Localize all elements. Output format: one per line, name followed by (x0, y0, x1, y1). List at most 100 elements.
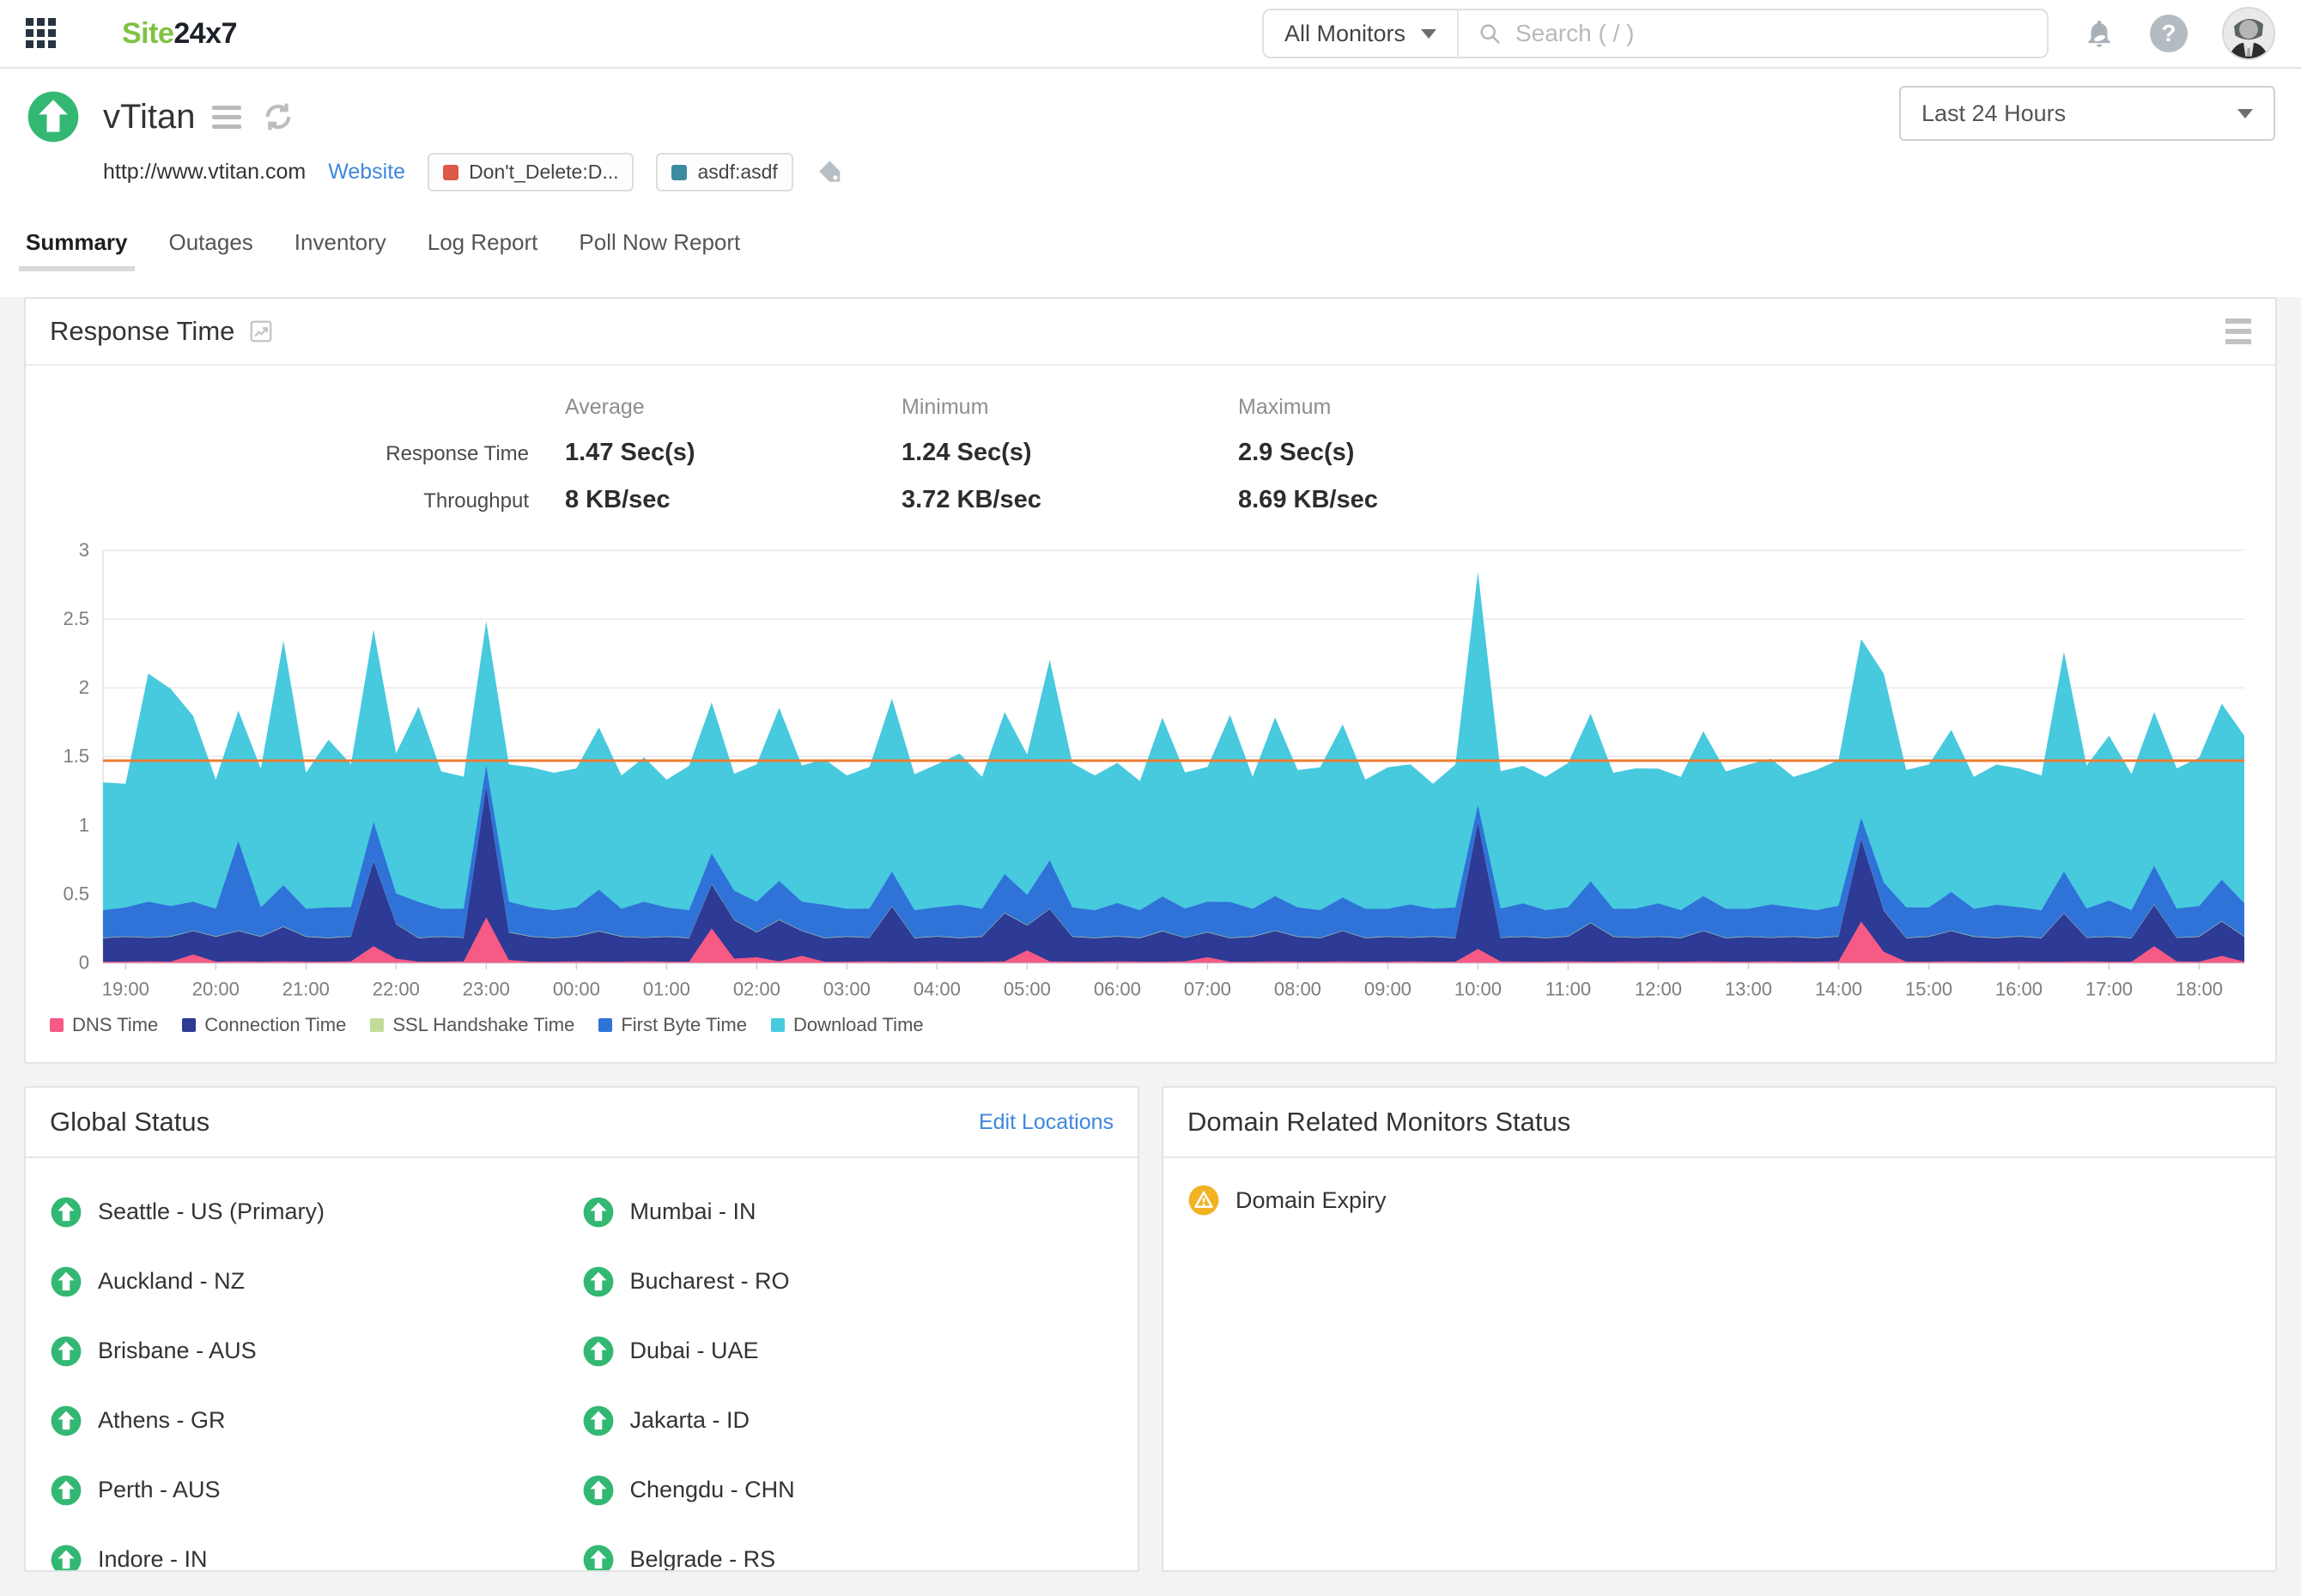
location-label: Athens - GR (98, 1407, 226, 1434)
svg-text:13:00: 13:00 (1725, 978, 1772, 999)
location-item[interactable]: Indore - IN (50, 1544, 582, 1573)
stat-value-avg-throughput: 8 KB/sec (565, 486, 902, 514)
svg-text:21:00: 21:00 (282, 978, 330, 999)
svg-text:15:00: 15:00 (1905, 978, 1952, 999)
stat-value-min-response: 1.24 Sec(s) (902, 439, 1238, 467)
location-item[interactable]: Perth - AUS (50, 1474, 582, 1507)
tab-summary[interactable]: Summary (26, 229, 128, 271)
location-label: Dubai - UAE (630, 1338, 759, 1364)
domain-monitor-label: Domain Expiry (1235, 1187, 1387, 1214)
status-up-icon (582, 1196, 615, 1229)
location-label: Perth - AUS (98, 1477, 221, 1503)
location-label: Chengdu - CHN (630, 1477, 795, 1503)
global-status-panel: Global Status Edit Locations Seattle - U… (24, 1086, 1139, 1572)
monitor-type-link[interactable]: Website (328, 160, 405, 185)
response-time-stats: Average Minimum Maximum Response Time 1.… (26, 366, 2275, 519)
search-input[interactable] (1515, 20, 2028, 47)
tag-label: asdf:asdf (697, 161, 777, 184)
site24x7-logo[interactable]: Site24x7 (122, 17, 237, 51)
status-up-icon (582, 1265, 615, 1298)
notifications-bell-icon[interactable] (2083, 17, 2116, 50)
status-up-icon (50, 1405, 82, 1437)
location-item[interactable]: Brisbane - AUS (50, 1335, 582, 1368)
monitor-scope-dropdown[interactable]: All Monitors (1264, 10, 1459, 57)
time-range-label: Last 24 Hours (1922, 100, 2066, 127)
svg-text:0: 0 (79, 951, 89, 973)
location-label: Seattle - US (Primary) (98, 1199, 325, 1225)
svg-text:02:00: 02:00 (733, 978, 780, 999)
stat-value-min-throughput: 3.72 KB/sec (902, 486, 1238, 514)
domain-monitor-item[interactable]: Domain Expiry (1187, 1184, 2251, 1217)
tag-icon[interactable] (816, 158, 845, 187)
apps-grid-icon[interactable] (26, 18, 57, 49)
location-item[interactable]: Belgrade - RS (582, 1544, 1114, 1573)
legend-item[interactable]: Connection Time (182, 1014, 346, 1036)
svg-text:07:00: 07:00 (1184, 978, 1231, 999)
svg-text:2.5: 2.5 (63, 608, 89, 629)
svg-text:06:00: 06:00 (1094, 978, 1141, 999)
chart-legend: DNS Time Connection Time SSL Handshake T… (26, 1000, 2275, 1062)
location-label: Brisbane - AUS (98, 1338, 257, 1364)
svg-text:00:00: 00:00 (553, 978, 600, 999)
response-time-panel: Response Time Average Minimum Maximum Re… (24, 297, 2277, 1064)
trend-chart-icon[interactable] (248, 319, 274, 344)
tab-poll-now-report[interactable]: Poll Now Report (579, 229, 740, 271)
legend-swatch (598, 1018, 612, 1032)
search-box[interactable] (1459, 20, 2047, 47)
tab-outages[interactable]: Outages (169, 229, 253, 271)
scope-search-group: All Monitors (1262, 9, 2049, 58)
legend-item[interactable]: DNS Time (50, 1014, 158, 1036)
monitor-menu-icon[interactable] (212, 106, 241, 129)
legend-swatch (370, 1018, 384, 1032)
logo-text-green: Site (122, 17, 173, 50)
legend-item[interactable]: Download Time (771, 1014, 924, 1036)
svg-text:04:00: 04:00 (914, 978, 961, 999)
location-item[interactable]: Mumbai - IN (582, 1196, 1114, 1229)
location-item[interactable]: Chengdu - CHN (582, 1474, 1114, 1507)
search-icon (1478, 21, 1502, 46)
tag-label: Don't_Delete:D... (469, 161, 618, 184)
tag-pill[interactable]: asdf:asdf (656, 153, 792, 191)
svg-text:03:00: 03:00 (823, 978, 871, 999)
chart-menu-icon[interactable] (2225, 319, 2251, 344)
locations-grid: Seattle - US (Primary) Auckland - NZ Bri… (26, 1158, 1138, 1572)
legend-label: DNS Time (72, 1014, 158, 1036)
tag-pill[interactable]: Don't_Delete:D... (428, 153, 634, 191)
legend-label: SSL Handshake Time (392, 1014, 574, 1036)
stat-row-label: Throughput (50, 489, 565, 513)
tab-log-report[interactable]: Log Report (428, 229, 538, 271)
status-up-icon (582, 1544, 615, 1573)
top-bar: Site24x7 All Monitors ? (0, 0, 2301, 69)
status-up-icon (582, 1335, 615, 1368)
location-item[interactable]: Athens - GR (50, 1405, 582, 1437)
legend-label: First Byte Time (621, 1014, 747, 1036)
location-item[interactable]: Seattle - US (Primary) (50, 1196, 582, 1229)
svg-text:20:00: 20:00 (192, 978, 240, 999)
svg-text:05:00: 05:00 (1004, 978, 1051, 999)
svg-text:19:00: 19:00 (102, 978, 149, 999)
svg-text:16:00: 16:00 (1995, 978, 2043, 999)
edit-locations-link[interactable]: Edit Locations (979, 1110, 1114, 1135)
stat-value-avg-response: 1.47 Sec(s) (565, 439, 902, 467)
tag-color-swatch (443, 165, 458, 180)
status-up-icon (582, 1405, 615, 1437)
svg-text:1: 1 (79, 814, 89, 835)
location-item[interactable]: Auckland - NZ (50, 1265, 582, 1298)
refresh-icon[interactable] (260, 99, 296, 135)
help-icon[interactable]: ? (2150, 15, 2188, 52)
user-avatar[interactable] (2222, 7, 2275, 60)
location-item[interactable]: Jakarta - ID (582, 1405, 1114, 1437)
location-item[interactable]: Bucharest - RO (582, 1265, 1114, 1298)
tab-inventory[interactable]: Inventory (294, 229, 386, 271)
response-time-chart[interactable]: 00.511.522.5319:0020:0021:0022:0023:0000… (26, 519, 2275, 1000)
svg-text:17:00: 17:00 (2085, 978, 2133, 999)
status-up-icon (50, 1265, 82, 1298)
time-range-dropdown[interactable]: Last 24 Hours (1899, 86, 2275, 141)
status-up-icon (582, 1474, 615, 1507)
legend-item[interactable]: First Byte Time (598, 1014, 747, 1036)
legend-item[interactable]: SSL Handshake Time (370, 1014, 574, 1036)
svg-text:23:00: 23:00 (463, 978, 510, 999)
location-label: Auckland - NZ (98, 1268, 245, 1295)
svg-text:10:00: 10:00 (1454, 978, 1502, 999)
location-item[interactable]: Dubai - UAE (582, 1335, 1114, 1368)
